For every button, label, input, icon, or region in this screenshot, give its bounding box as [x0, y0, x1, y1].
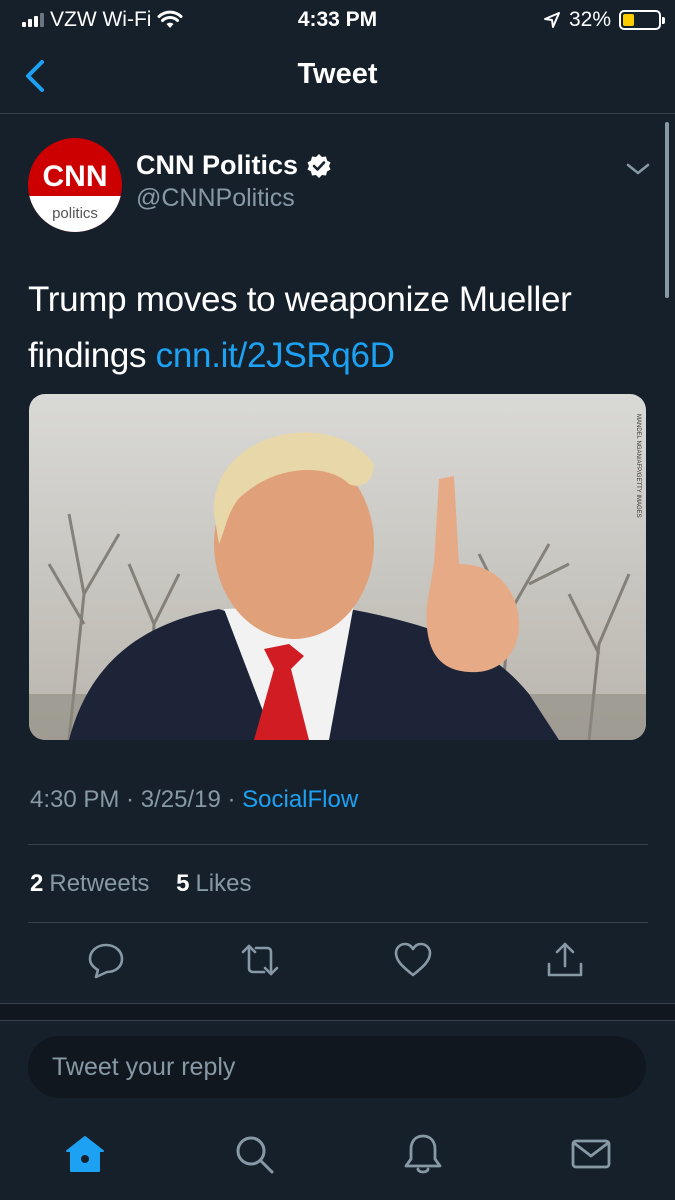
like-icon[interactable]: [393, 940, 433, 980]
tweet-date: 3/25/19: [140, 786, 221, 813]
likes-count: 5: [176, 870, 190, 897]
status-bar: VZW Wi-Fi 4:33 PM 32%: [0, 0, 675, 40]
divider: [28, 922, 648, 923]
messages-icon[interactable]: [569, 1132, 613, 1176]
home-icon[interactable]: [63, 1132, 107, 1176]
avatar-sub-text: politics: [52, 205, 98, 222]
retweets-count: 2: [30, 870, 44, 897]
avatar-logo-text: CNN: [43, 160, 108, 193]
tweet-stats: 2 Retweets 5 Likes: [30, 870, 251, 898]
reply-icon[interactable]: [86, 940, 126, 980]
reply-input[interactable]: [28, 1036, 646, 1098]
retweets-label: Retweets: [49, 870, 150, 897]
verified-badge-icon: [307, 153, 331, 178]
tweet-meta: 4:30 PM · 3/25/19 · SocialFlow: [30, 786, 358, 814]
tweet-image[interactable]: MANDEL NGAN/AFP/GETTY IMAGES: [29, 394, 646, 740]
tweet-link[interactable]: cnn.it/2JSRq6D: [156, 336, 395, 375]
retweet-icon[interactable]: [240, 940, 280, 980]
likes-stat[interactable]: 5 Likes: [176, 870, 251, 897]
share-icon[interactable]: [545, 940, 585, 980]
battery-fill: [623, 14, 634, 26]
meta-separator: ·: [220, 786, 243, 813]
chevron-down-icon[interactable]: [624, 158, 652, 180]
nav-header: Tweet: [0, 40, 675, 114]
author-name[interactable]: CNN Politics: [136, 150, 332, 181]
tweet-time: 4:30 PM: [30, 786, 120, 813]
status-right: 32%: [543, 8, 665, 32]
likes-label: Likes: [195, 870, 252, 897]
meta-separator: ·: [119, 786, 141, 813]
divider: [28, 844, 648, 845]
avatar[interactable]: CNN politics: [28, 138, 122, 232]
tweet-text: Trump moves to weaponize Mueller finding…: [28, 272, 648, 384]
battery-percent: 32%: [568, 8, 611, 31]
retweets-stat[interactable]: 2 Retweets: [30, 870, 149, 897]
author-name-label: CNN Politics: [136, 150, 299, 180]
author-handle[interactable]: @CNNPolitics: [136, 184, 295, 213]
battery-icon: [619, 10, 665, 30]
scroll-indicator: [665, 122, 669, 298]
search-icon[interactable]: [232, 1132, 276, 1176]
section-divider: [0, 1003, 675, 1021]
tweet-source[interactable]: SocialFlow: [242, 786, 358, 813]
notifications-icon[interactable]: [401, 1132, 445, 1176]
page-title: Tweet: [297, 58, 378, 90]
photo-credit: MANDEL NGAN/AFP/GETTY IMAGES: [635, 414, 641, 518]
tab-bar: [0, 1120, 675, 1200]
tweet-actions: [0, 940, 675, 990]
location-arrow-icon: [543, 12, 560, 28]
